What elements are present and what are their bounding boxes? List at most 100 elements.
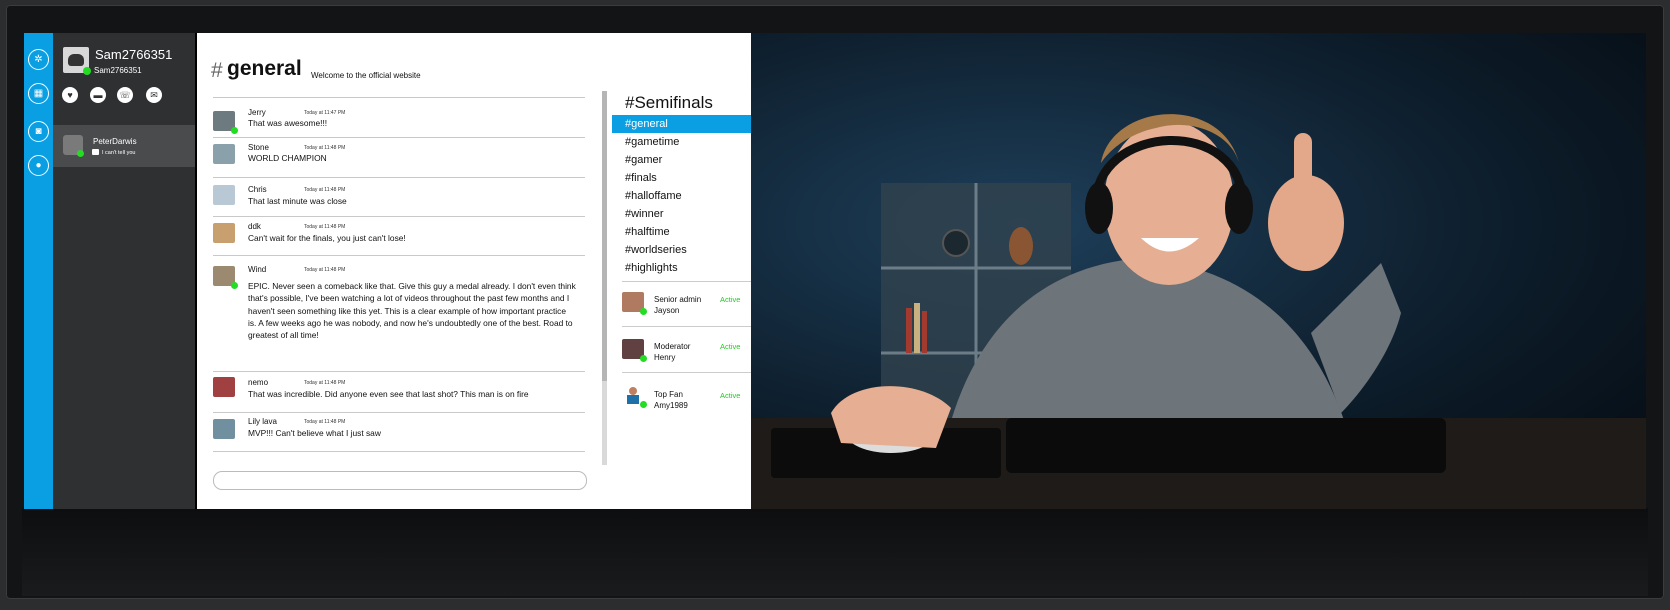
dm-conversation-item[interactable]: PeterDarwis I can't tell you (53, 125, 195, 167)
message-text: MVP!!! Can't believe what I just saw (248, 428, 381, 438)
message-text: WORLD CHAMPION (248, 153, 327, 163)
staff-member[interactable]: Top Fan Amy1989 (654, 389, 688, 411)
message-author: Lily lava (248, 417, 277, 426)
message-time: Today at 11:48 PM (304, 224, 346, 230)
message: Chris Today at 11:48 PM That last minute… (213, 177, 585, 216)
online-status-dot (231, 127, 238, 134)
message-author: ddk (248, 222, 261, 231)
dm-name: PeterDarwis (93, 137, 137, 146)
message-author: Jerry (248, 108, 266, 117)
channel-description: Welcome to the official website (311, 71, 421, 80)
message-author: nemo (248, 378, 269, 387)
channel-hash: # (211, 59, 223, 82)
channel-item-gamer[interactable]: #gamer (612, 151, 763, 169)
message-time: Today at 11:47 PM (304, 110, 346, 116)
message-avatar (213, 266, 238, 289)
user-handle: Sam2766351 (94, 66, 142, 75)
message-text: That last minute was close (248, 196, 347, 206)
online-status-dot (77, 150, 84, 157)
message-avatar (213, 185, 235, 205)
message: nemo Today at 11:48 PM That was incredib… (213, 371, 585, 412)
online-status-dot (231, 282, 238, 289)
message-avatar (213, 419, 235, 439)
staff-status: Active (720, 342, 741, 351)
mail-icon[interactable]: ✉ (146, 87, 162, 103)
screen: ✲ ▦ ◙ ● Sam2766351 Sam2766351 ♥ ▬ ☏ ✉ Pe… (24, 33, 1646, 509)
staff-name: Henry (654, 353, 676, 362)
message-author: Wind (248, 265, 267, 274)
message-time: Today at 11:48 PM (304, 187, 346, 193)
message-text: That was awesome!!! (248, 118, 328, 128)
divider (622, 372, 763, 373)
icon-rail: ✲ ▦ ◙ ● (24, 33, 53, 509)
staff-role: Senior admin (654, 295, 702, 304)
staff-avatar (622, 385, 647, 408)
channel-item-halloffame[interactable]: #halloffame (612, 187, 763, 205)
gamer-illustration (751, 114, 1646, 509)
dm-avatar (63, 135, 84, 157)
channels-header: #Semifinals (625, 93, 713, 112)
message: ddk Today at 11:48 PM Can't wait for the… (213, 216, 585, 255)
message-text: EPIC. Never seen a comeback like that. G… (248, 281, 576, 341)
monitor-chin (22, 508, 1648, 596)
message-list: Jerry Today at 11:47 PM That was awesome… (213, 97, 585, 452)
staff-role: Moderator (654, 342, 691, 351)
message-time: Today at 11:48 PM (304, 419, 346, 425)
staff-status: Active (720, 391, 741, 400)
profile-panel: Sam2766351 Sam2766351 ♥ ▬ ☏ ✉ PeterDarwi… (53, 33, 195, 509)
gamer-photo (751, 33, 1646, 509)
message-input[interactable] (213, 471, 587, 490)
channel-item-general[interactable]: #general (612, 115, 763, 133)
user-icon[interactable]: ● (28, 155, 49, 176)
chat-window: # general Welcome to the official websit… (197, 33, 763, 509)
message-time: Today at 11:48 PM (304, 145, 346, 151)
staff-status: Active (720, 295, 741, 304)
divider (622, 281, 763, 282)
username: Sam2766351 (95, 47, 173, 62)
divider (622, 326, 763, 327)
channel-item-finals[interactable]: #finals (612, 169, 763, 187)
message-avatar (213, 144, 235, 164)
channel-item-winner[interactable]: #winner (612, 205, 763, 223)
message-text: Can't wait for the finals, you just can'… (248, 233, 406, 243)
channel-panel: #Semifinals #general #gametime #gamer #f… (612, 33, 763, 509)
user-avatar[interactable] (63, 47, 91, 75)
message-author: Chris (248, 185, 267, 194)
online-status-dot (640, 308, 647, 315)
heart-icon[interactable]: ♥ (62, 87, 78, 103)
message: Stone Today at 11:48 PM WORLD CHAMPION (213, 137, 585, 177)
channel-title: general (227, 57, 302, 80)
staff-member[interactable]: Senior admin Jayson (654, 294, 701, 316)
message-time: Today at 11:48 PM (304, 267, 346, 273)
message: Jerry Today at 11:47 PM That was awesome… (213, 97, 585, 137)
staff-role: Top Fan (654, 390, 683, 399)
channel-item-halftime[interactable]: #halftime (612, 223, 763, 241)
staff-name: Jayson (654, 306, 680, 315)
message: Wind Today at 11:48 PM EPIC. Never seen … (213, 255, 585, 371)
message-text: That was incredible. Did anyone even see… (248, 389, 529, 399)
message: Lily lava Today at 11:48 PM MVP!!! Can't… (213, 412, 585, 452)
online-status-dot (640, 401, 647, 408)
scrollbar-thumb[interactable] (602, 91, 607, 381)
staff-avatar (622, 339, 647, 362)
message-avatar (213, 111, 238, 134)
staff-member[interactable]: Moderator Henry (654, 341, 690, 363)
channel-item-gametime[interactable]: #gametime (612, 133, 763, 151)
settings-icon[interactable]: ✲ (28, 49, 49, 70)
message-author: Stone (248, 143, 269, 152)
message-avatar (213, 223, 235, 243)
staff-name: Amy1989 (654, 401, 688, 410)
chat-bubble-icon (92, 149, 99, 155)
online-status-dot (640, 355, 647, 362)
message-icon[interactable]: ▬ (90, 87, 106, 103)
message-time: Today at 11:48 PM (304, 380, 346, 386)
chat-scrollbar[interactable] (602, 91, 607, 465)
phone-icon[interactable]: ☏ (117, 87, 133, 103)
channel-item-worldseries[interactable]: #worldseries (612, 241, 763, 259)
dm-preview: I can't tell you (102, 150, 136, 156)
online-status-dot (83, 67, 91, 75)
camera-icon[interactable]: ◙ (28, 121, 49, 142)
message-avatar (213, 377, 235, 397)
gamepad-icon[interactable]: ▦ (28, 83, 49, 104)
channel-item-highlights[interactable]: #highlights (612, 259, 763, 277)
